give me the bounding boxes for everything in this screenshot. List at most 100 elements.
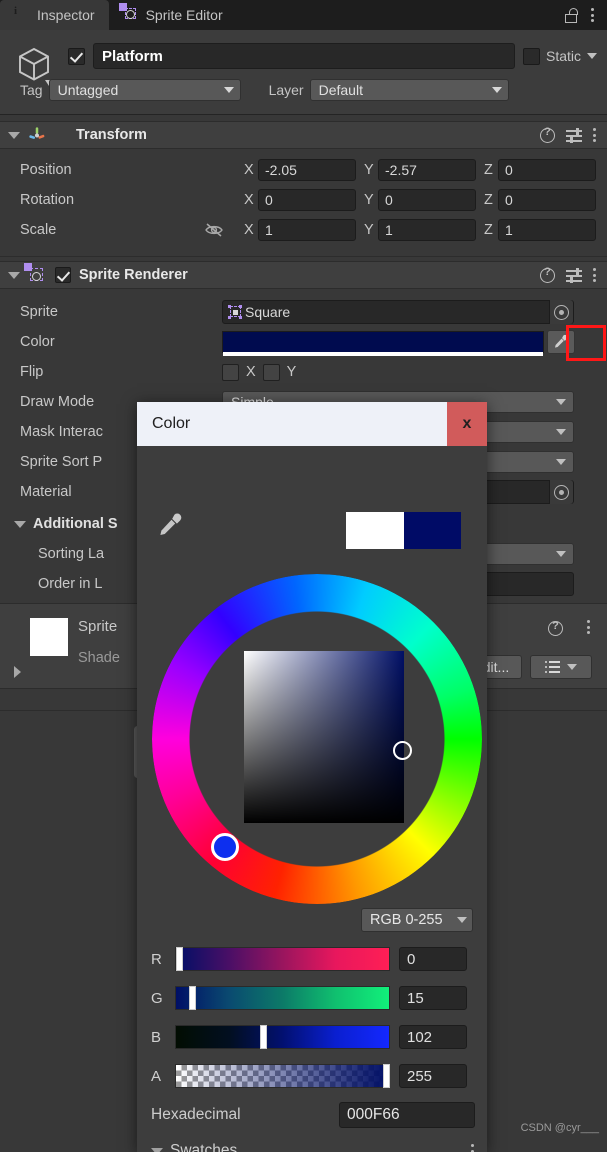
static-checkbox[interactable] [522, 47, 540, 65]
swatches-foldout-icon[interactable] [151, 1147, 163, 1152]
help-icon[interactable] [540, 266, 555, 283]
kebab-menu-icon[interactable] [593, 127, 597, 143]
hexadecimal-input[interactable]: 000F66 [339, 1102, 475, 1128]
scale-x-input[interactable]: 1 [258, 219, 356, 241]
channel-a-slider[interactable] [175, 1064, 390, 1088]
help-icon[interactable] [540, 126, 555, 143]
sprite-renderer-component-header[interactable]: Sprite Renderer [0, 261, 607, 289]
scale-z-input[interactable]: 1 [498, 219, 596, 241]
channel-row-a: A 255 [151, 1063, 475, 1089]
channel-b-input[interactable]: 102 [399, 1025, 467, 1049]
tag-value: Untagged [57, 82, 119, 98]
color-format-dropdown[interactable]: RGB 0-255 [361, 908, 473, 932]
additional-settings-foldout-icon[interactable] [14, 520, 26, 528]
channel-g-slider[interactable] [175, 986, 390, 1010]
tab-bar: Inspector Sprite Editor [0, 0, 607, 30]
axis-y-label: Y [364, 162, 374, 178]
static-chevron-down-icon[interactable] [587, 53, 597, 59]
rotation-z-input[interactable]: 0 [498, 189, 596, 211]
position-y-input[interactable]: -2.57 [378, 159, 476, 181]
target-icon [554, 304, 569, 320]
sprite-asset-icon [228, 305, 242, 319]
gameobject-enabled-checkbox[interactable] [68, 47, 85, 65]
channel-b-slider[interactable] [175, 1025, 390, 1049]
unity-inspector-window: Inspector Sprite Editor Platform Static … [0, 0, 607, 1152]
kebab-menu-icon[interactable] [593, 267, 597, 283]
kebab-menu-icon[interactable] [471, 1143, 475, 1152]
layer-dropdown[interactable]: Default [309, 79, 509, 101]
sprite-renderer-foldout-icon[interactable] [8, 271, 20, 279]
sprite-object-field[interactable]: Square [222, 300, 574, 324]
channel-b-label: B [151, 1028, 162, 1046]
tab-sprite-editor-label: Sprite Editor [145, 7, 223, 23]
transform-actions [540, 126, 597, 143]
hue-cursor[interactable] [211, 833, 239, 861]
list-icon [545, 661, 560, 674]
static-group: Static [522, 47, 597, 65]
color-preview-old [346, 512, 404, 549]
transform-foldout-icon[interactable] [8, 131, 20, 139]
position-x-input[interactable]: -2.05 [258, 159, 356, 181]
flip-y-checkbox[interactable] [262, 363, 280, 381]
channel-row-g: G 15 [151, 985, 475, 1011]
position-z-input[interactable]: 0 [498, 159, 596, 181]
scale-y-input[interactable]: 1 [378, 219, 476, 241]
kebab-menu-icon[interactable] [587, 619, 591, 635]
lock-icon[interactable] [565, 7, 579, 23]
color-swatch-field[interactable] [222, 331, 544, 356]
tab-inspector-label: Inspector [37, 7, 95, 23]
kebab-menu-icon[interactable] [591, 7, 595, 23]
tab-sprite-editor[interactable]: Sprite Editor [109, 0, 237, 30]
channel-r-slider[interactable] [175, 947, 390, 971]
color-label: Color [20, 334, 55, 350]
chevron-down-icon [491, 87, 502, 93]
watermark: CSDN @cyr___ [520, 1122, 599, 1134]
transform-axis-icon [29, 127, 45, 139]
flip-x-checkbox[interactable] [222, 363, 239, 381]
material-preview-thumbnail [30, 618, 68, 656]
sprite-object-picker-button[interactable] [549, 300, 573, 324]
tab-inspector[interactable]: Inspector [0, 0, 109, 30]
saturation-value-cursor[interactable] [393, 741, 412, 760]
gameobject-name-input[interactable]: Platform [93, 43, 515, 69]
color-format-value: RGB 0-255 [370, 912, 443, 928]
help-icon[interactable] [548, 620, 563, 636]
channel-a-input[interactable]: 255 [399, 1064, 467, 1088]
axis-z-label: Z [484, 222, 493, 238]
chevron-down-icon [457, 917, 467, 923]
transform-component-header[interactable]: Transform [0, 121, 607, 149]
color-dialog-titlebar[interactable]: Color x [137, 402, 487, 446]
channel-r-input[interactable]: 0 [399, 947, 467, 971]
color-dialog-title: Color [152, 415, 191, 432]
tag-label: Tag [20, 82, 43, 98]
swatches-header[interactable]: Swatches [151, 1140, 475, 1152]
chevron-down-icon [223, 87, 234, 93]
preset-icon[interactable] [566, 267, 582, 283]
dialog-eyedropper-button[interactable] [157, 512, 184, 544]
shader-list-dropdown-button[interactable] [530, 655, 592, 679]
constrain-proportions-off-icon[interactable] [204, 222, 224, 238]
channel-r-knob[interactable] [176, 947, 183, 971]
channel-row-r: R 0 [151, 946, 475, 972]
color-wheel[interactable] [147, 574, 482, 904]
close-icon[interactable]: x [447, 402, 487, 446]
material-foldout-icon[interactable] [14, 666, 21, 678]
section-divider [0, 256, 607, 257]
material-object-picker-button[interactable] [549, 480, 573, 504]
tag-dropdown[interactable]: Untagged [48, 79, 241, 101]
saturation-value-square[interactable] [244, 651, 404, 823]
rotation-y-input[interactable]: 0 [378, 189, 476, 211]
channel-g-input[interactable]: 15 [399, 986, 467, 1010]
color-picker-dialog: Color x RGB 0-255 R 0 G 15 B 102 A 255 H… [137, 402, 487, 1152]
preset-icon[interactable] [566, 127, 582, 143]
channel-r-label: R [151, 950, 162, 968]
color-preview-pair[interactable] [346, 512, 461, 549]
channel-g-knob[interactable] [189, 986, 196, 1010]
eyedropper-highlight-box [566, 325, 606, 361]
color-preview-new [403, 512, 461, 549]
rotation-x-input[interactable]: 0 [258, 189, 356, 211]
channel-a-knob[interactable] [383, 1064, 390, 1088]
sprite-renderer-enabled-checkbox[interactable] [55, 267, 71, 283]
swatches-label: Swatches [170, 1142, 238, 1152]
channel-b-knob[interactable] [260, 1025, 267, 1049]
